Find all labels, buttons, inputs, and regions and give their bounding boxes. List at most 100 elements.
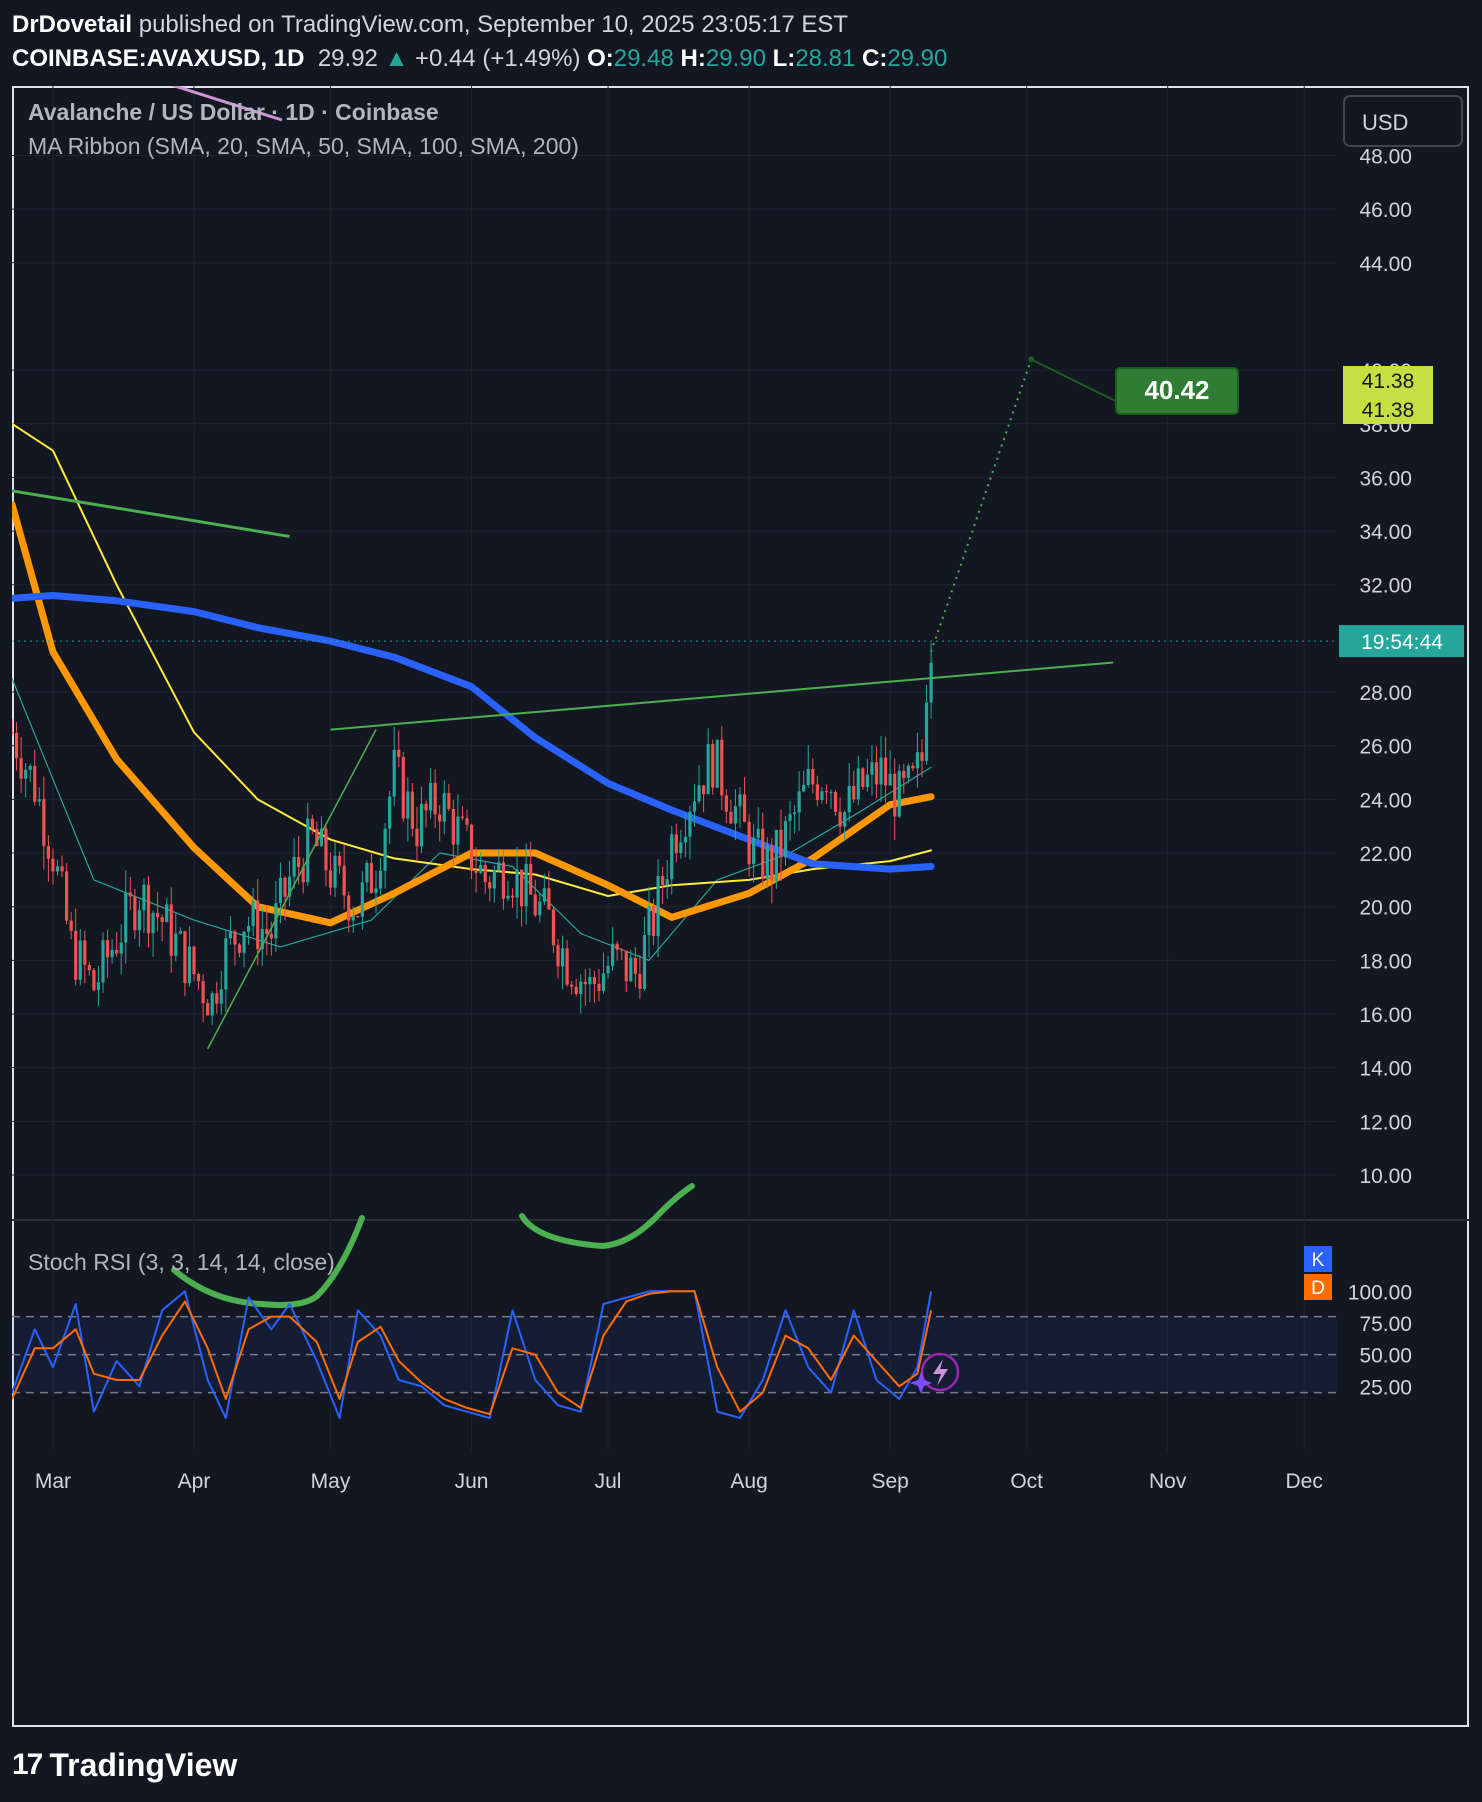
candle-body xyxy=(374,888,378,893)
candle-body xyxy=(529,864,533,895)
candle-body xyxy=(820,791,824,800)
candle-body xyxy=(424,803,428,811)
candle-body xyxy=(806,768,810,786)
candle-body xyxy=(706,744,710,795)
candle-body xyxy=(96,982,101,991)
candle-body xyxy=(356,916,360,918)
candle-body xyxy=(378,870,383,889)
candle-body xyxy=(597,983,601,991)
time-axis[interactable]: Mar Apr May Jun Jul Aug Sep Oct Nov Dec xyxy=(35,1470,1323,1493)
candle-body xyxy=(142,884,146,911)
candle-body xyxy=(101,940,105,983)
candle-body xyxy=(770,845,774,882)
base-arc-right xyxy=(519,1183,695,1250)
candle-body xyxy=(774,829,778,882)
candle-body xyxy=(251,900,255,926)
candle-body xyxy=(178,931,182,934)
candle-body xyxy=(192,946,196,975)
open-value: 29.48 xyxy=(613,45,674,72)
candle-body xyxy=(115,949,119,954)
candle-body xyxy=(492,870,496,889)
high-value: 29.90 xyxy=(705,45,766,72)
quote-line: COINBASE:AVAXUSD, 1D 29.92 ▲ +0.44 (+1.4… xyxy=(12,42,1472,76)
publish-line: DrDovetail published on TradingView.com,… xyxy=(12,8,1472,42)
price-tick-label: 24.00 xyxy=(1359,789,1412,812)
price-change: +0.44 (+1.49%) xyxy=(415,45,581,72)
candle-body xyxy=(160,917,164,922)
candle-body xyxy=(551,909,556,946)
candle-body xyxy=(415,828,419,847)
candle-body xyxy=(588,977,592,985)
candle-body xyxy=(497,862,501,871)
candle-body xyxy=(711,744,715,788)
candle-body xyxy=(128,892,132,897)
candle-body xyxy=(524,864,528,907)
candle-body xyxy=(893,773,897,817)
candle-body xyxy=(406,791,410,819)
candle-body xyxy=(347,895,351,921)
k-badge: K xyxy=(1312,1250,1325,1271)
low-label: L: xyxy=(772,45,796,72)
candle-body xyxy=(119,942,123,954)
time-tick-label: Jun xyxy=(455,1470,489,1493)
candle-body xyxy=(833,792,838,812)
candle-body xyxy=(715,739,719,788)
time-tick-label: Nov xyxy=(1149,1470,1187,1493)
candle-body xyxy=(902,770,906,779)
candle-body xyxy=(74,930,78,980)
candle-body xyxy=(12,732,14,734)
candle-body xyxy=(42,799,46,847)
osc-tick-label: 25.00 xyxy=(1359,1376,1412,1399)
candle-body xyxy=(556,945,560,967)
candle-body xyxy=(761,828,765,879)
candle-body xyxy=(14,732,19,759)
candle-body xyxy=(392,749,396,797)
candle-body xyxy=(702,785,706,795)
candle-body xyxy=(483,865,487,883)
candle-body xyxy=(779,829,783,858)
candle-body xyxy=(747,821,751,865)
candle-body xyxy=(915,752,920,769)
candle-body xyxy=(788,814,792,821)
candle-body xyxy=(515,869,519,898)
candle-body xyxy=(165,904,169,922)
candle-body xyxy=(242,931,246,953)
candle-body xyxy=(920,752,924,761)
last-price: 29.92 xyxy=(317,45,378,72)
candle-body xyxy=(388,796,392,829)
candle-body xyxy=(829,792,833,794)
author-name[interactable]: DrDovetail xyxy=(12,11,132,38)
candle-body xyxy=(802,785,806,792)
oscillator-axis[interactable]: 25.00 50.00 75.00 100.00 xyxy=(1348,1281,1412,1399)
candle-body xyxy=(397,749,401,757)
candle-body xyxy=(793,812,797,815)
candle-body xyxy=(310,818,314,830)
candle-body xyxy=(333,855,337,888)
candle-body xyxy=(924,702,929,761)
candle-body xyxy=(410,791,414,829)
currency-button[interactable]: USD xyxy=(1343,95,1463,147)
time-tick-label: Aug xyxy=(730,1470,767,1493)
candle-body xyxy=(219,989,223,1004)
candle-body xyxy=(542,888,546,902)
candle-body xyxy=(324,828,328,871)
up-arrow-icon: ▲ xyxy=(384,45,409,72)
grid xyxy=(12,86,1469,1451)
candle-body xyxy=(151,912,155,934)
candle-body xyxy=(247,925,251,932)
candle-body xyxy=(369,862,374,893)
candle-body xyxy=(720,739,724,796)
candle-body xyxy=(183,931,187,984)
price-tick-label: 28.00 xyxy=(1359,682,1412,705)
candle-body xyxy=(83,940,87,966)
candle-body xyxy=(638,973,642,989)
chart-canvas[interactable]: 10.00 12.00 14.00 16.00 18.00 20.00 22.00 24.00… xyxy=(12,86,1469,1727)
time-tick-label: Jul xyxy=(595,1470,622,1493)
candle-body xyxy=(69,920,73,931)
candle-body xyxy=(674,834,678,854)
close-label: C: xyxy=(861,45,888,72)
candle-body xyxy=(888,773,892,786)
price-axis[interactable]: 10.00 12.00 14.00 16.00 18.00 20.00 22.00 24.00… xyxy=(1359,145,1412,1188)
support-trendline xyxy=(206,729,377,1050)
candle-body xyxy=(269,933,273,939)
